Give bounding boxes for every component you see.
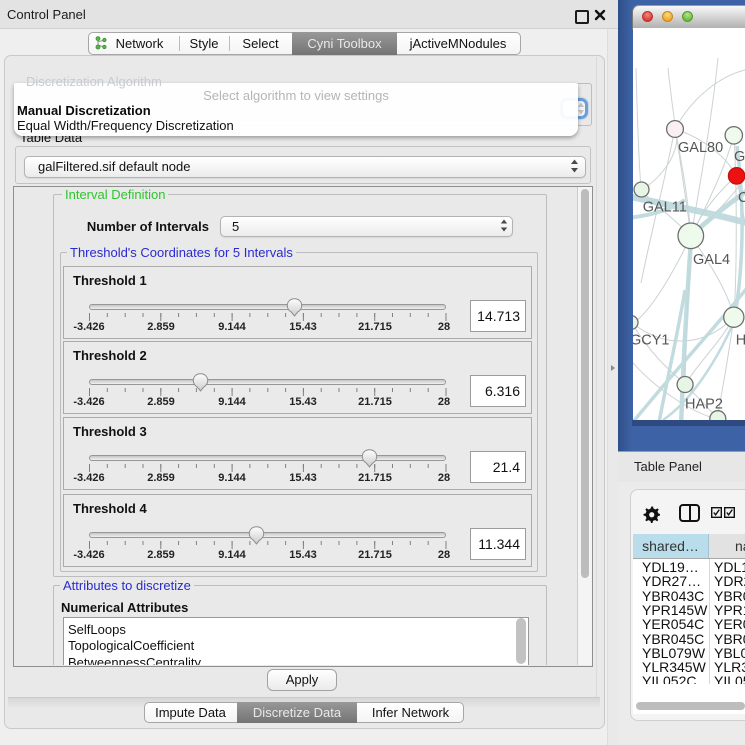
svg-text:GAL4: GAL4	[693, 252, 730, 268]
svg-text:GAL80: GAL80	[678, 140, 723, 156]
svg-text:GCY1: GCY1	[633, 333, 670, 349]
svg-text:CO: CO	[738, 190, 745, 206]
svg-text:HAP2: HAP2	[685, 397, 723, 413]
svg-text:H: H	[736, 333, 745, 349]
svg-text:GA: GA	[734, 149, 745, 165]
svg-text:GAL11: GAL11	[643, 200, 687, 216]
